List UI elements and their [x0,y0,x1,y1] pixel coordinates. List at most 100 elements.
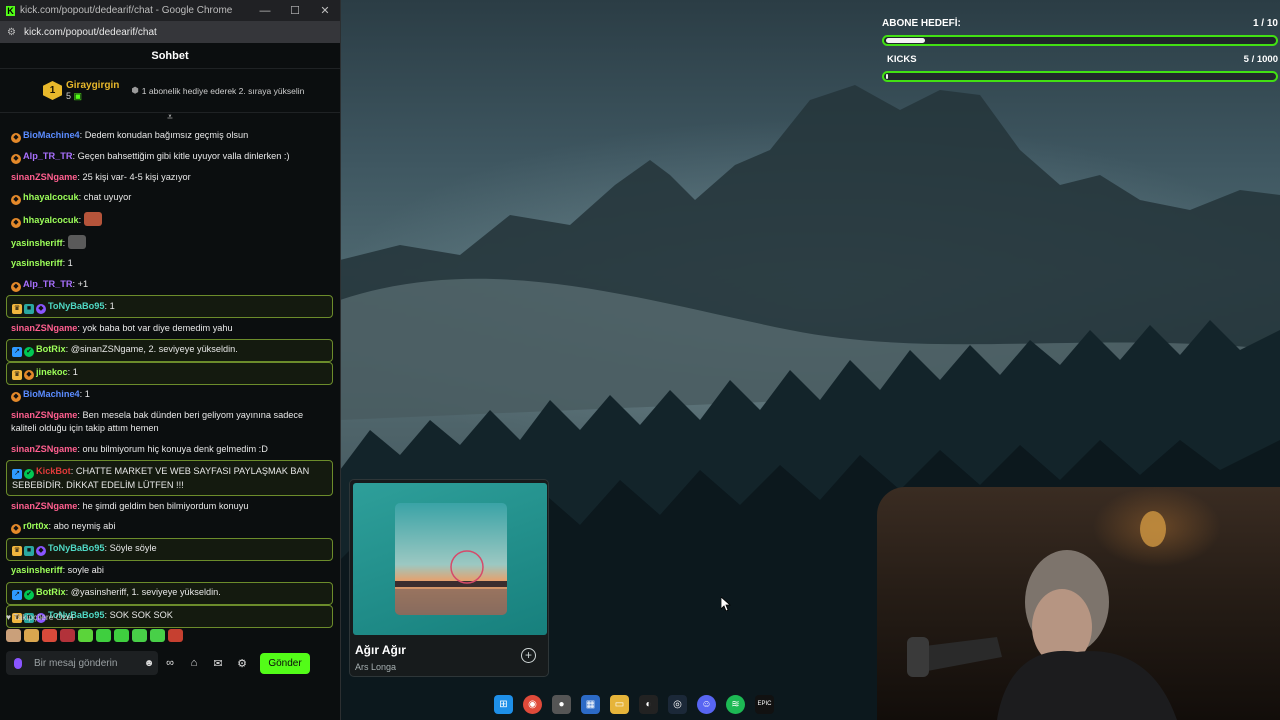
close-button[interactable]: ✕ [310,4,340,17]
emoji-picker-icon[interactable]: ☻ [140,658,158,669]
chat-username[interactable]: yasinsheriff [11,565,63,575]
chat-message-text: : 1 [79,389,90,400]
windows-start-icon[interactable]: ⊞ [494,694,513,714]
emote-icon[interactable] [150,628,165,642]
emote-icon[interactable] [96,628,111,642]
spotify-icon[interactable]: ≋ [726,694,745,714]
chat-username[interactable]: BioMachine4 [23,389,80,399]
add-to-library-icon[interactable]: + [521,648,536,663]
emote-bar [6,626,336,644]
epic-games-icon[interactable]: EPIC [755,694,774,714]
chat-message-text: : 1 [62,258,73,269]
sub-goal-title: ABONE HEDEFİ: [882,18,961,29]
chat-username[interactable]: BioMachine4 [23,130,80,140]
url-text: kick.com/popout/dedearif/chat [23,26,157,38]
chat-username[interactable]: sinanZSNgame [11,501,77,511]
emote-icon[interactable] [24,628,39,642]
microphone-icon[interactable] [14,657,22,669]
emote-icon[interactable] [42,628,57,642]
chat-message[interactable]: ↗ ✔ BotRix: @yasinsheriff, 1. seviyeye yük… [6,581,333,605]
chat-username[interactable]: sinanZSNgame [11,323,77,333]
chat-message[interactable]: ◆ hhayalcocuk: chat uyuyor [6,188,333,209]
chat-username[interactable]: Alp_TR_TR [23,279,73,289]
chat-message[interactable]: yasinsheriff: [6,232,333,254]
chat-username[interactable]: Alp_TR_TR [23,151,73,161]
address-bar[interactable]: ⚙ kick.com/popout/dedearif/chat [0,21,340,43]
chat-message-text: : 25 kişi var- 4-5 kişi yazıyor [77,171,191,182]
settings-gear-icon[interactable]: ⚙ [230,657,254,670]
moderator-badge-icon: ✔ [24,468,34,479]
chat-message[interactable]: sinanZSNgame: 25 kişi var- 4-5 kişi yazı… [6,167,333,188]
chat-username[interactable]: yasinsheriff [11,238,63,248]
emote-icon[interactable] [168,628,183,642]
chat-username[interactable]: ToNyBaBo95 [48,301,105,311]
chat-message[interactable]: ↗ ✔ KickBot: CHATTE MARKET VE WEB SAYFASI … [6,460,333,497]
chat-message[interactable]: ♛ ◆ jinekoc: 1 [6,361,333,385]
emote-icon[interactable] [6,628,21,642]
steam-icon[interactable]: ◎ [668,694,687,714]
chat-message[interactable]: ♛ ■ ◆ ToNyBaBo95: 1 [6,295,333,319]
maximize-button[interactable]: ☐ [280,4,310,17]
chat-message[interactable]: yasinsheriff: soyle abi [6,561,333,582]
subscriber-badge-icon: ■ [24,546,34,557]
chat-username[interactable]: KickBot [36,466,71,476]
chat-message[interactable]: ◆ r0rt0x: abo neymiş abi [6,517,333,538]
scroll-down-icon[interactable]: ⩡ [0,113,340,125]
site-settings-icon[interactable]: ⚙ [7,27,16,38]
window-titlebar[interactable]: K kick.com/popout/dedearif/chat - Google… [0,0,340,21]
app-icon[interactable]: ◐ [639,694,658,714]
chat-message-text: : @yasinsheriff, 1. seviyeye yükseldin. [65,587,221,598]
chat-emote-icon [84,212,103,227]
obs-icon[interactable]: ● [552,694,571,714]
chat-message[interactable]: sinanZSNgame: onu bilmiyorum hiç konuya … [6,440,333,461]
chat-username[interactable]: jinekoc [36,367,68,377]
chat-username[interactable]: BotRix [36,587,66,597]
message-input[interactable]: Bir mesaj gönderin ☻ [6,651,158,675]
chat-message-text: : [62,238,66,249]
chat-message[interactable]: ↗ ✔ BotRix: @sinanZSNgame, 2. seviyeye yük… [6,338,333,362]
chat-username[interactable]: ToNyBaBo95 [48,543,105,553]
chat-username[interactable]: BotRix [36,344,66,354]
chat-message[interactable]: ◆ hhayalcocuk: [6,209,333,232]
gifter-name[interactable]: Giraygirgin [66,80,119,91]
founder-badge-icon: ◆ [11,218,21,229]
chat-bubble-icon[interactable]: ✉ [206,657,230,670]
file-explorer-icon[interactable]: ▭ [610,694,629,714]
chat-message-list: ◆ BioMachine4: Dedem konudan bağımsız geç… [6,125,333,628]
chat-message[interactable]: sinanZSNgame: yok baba bot var diye deme… [6,318,333,339]
minimize-button[interactable]: — [250,5,280,17]
chat-message[interactable]: ◆ Alp_TR_TR: +1 [6,274,333,295]
founder-badge-icon: ◆ [11,524,21,535]
follower-only-label: ♥ Takipçilere Özel [6,612,74,622]
gift-box-icon: ⬢ [131,85,139,95]
chat-message[interactable]: ◆ BioMachine4: Dedem konudan bağımsız geç… [6,125,333,146]
top-gifter-banner[interactable]: 1 Giraygirgin 5 ▣ ⬢ 1 abonelik hediye ed… [0,69,340,113]
chat-username[interactable]: sinanZSNgame [11,172,77,182]
store-app-icon[interactable]: ▦ [581,694,600,714]
chrome-popup-window: K kick.com/popout/dedearif/chat - Google… [0,0,341,720]
store-icon[interactable]: ⌂ [182,657,206,669]
chat-username[interactable]: sinanZSNgame [11,444,77,454]
emote-icon[interactable] [78,628,93,642]
chat-username[interactable]: hhayalcocuk [23,215,79,225]
chat-username[interactable]: sinanZSNgame [11,410,77,420]
kicks-goal-title: KICKS [887,54,917,65]
chat-username[interactable]: yasinsheriff [11,258,63,268]
chat-message[interactable]: yasinsheriff: 1 [6,254,333,275]
chrome-icon[interactable]: ◉ [523,694,542,714]
chat-message[interactable]: ◆ Alp_TR_TR: Geçen bahsettiğim gibi kitle… [6,146,333,167]
chat-message[interactable]: ◆ BioMachine4: 1 [6,385,333,406]
chat-username[interactable]: hhayalcocuk [23,192,79,202]
emote-icon[interactable] [60,628,75,642]
gift-sub-badge-icon: ◆ [36,546,46,557]
chat-message[interactable]: sinanZSNgame: he şimdi geldim ben bilmiy… [6,496,333,517]
emote-icon[interactable] [132,628,147,642]
discord-icon[interactable]: ☺ [697,694,716,714]
chat-message-text: : he şimdi geldim ben bilmiyordum konuyu [77,500,249,511]
emote-icon[interactable] [114,628,129,642]
chat-username[interactable]: r0rt0x [23,521,49,531]
chat-message[interactable]: ♛ ■ ◆ ToNyBaBo95: Söyle söyle [6,537,333,561]
chat-message[interactable]: sinanZSNgame: Ben mesela bak dünden beri… [6,406,333,440]
send-button[interactable]: Gönder [260,652,310,674]
kicks-icon[interactable]: ∞ [158,657,182,669]
